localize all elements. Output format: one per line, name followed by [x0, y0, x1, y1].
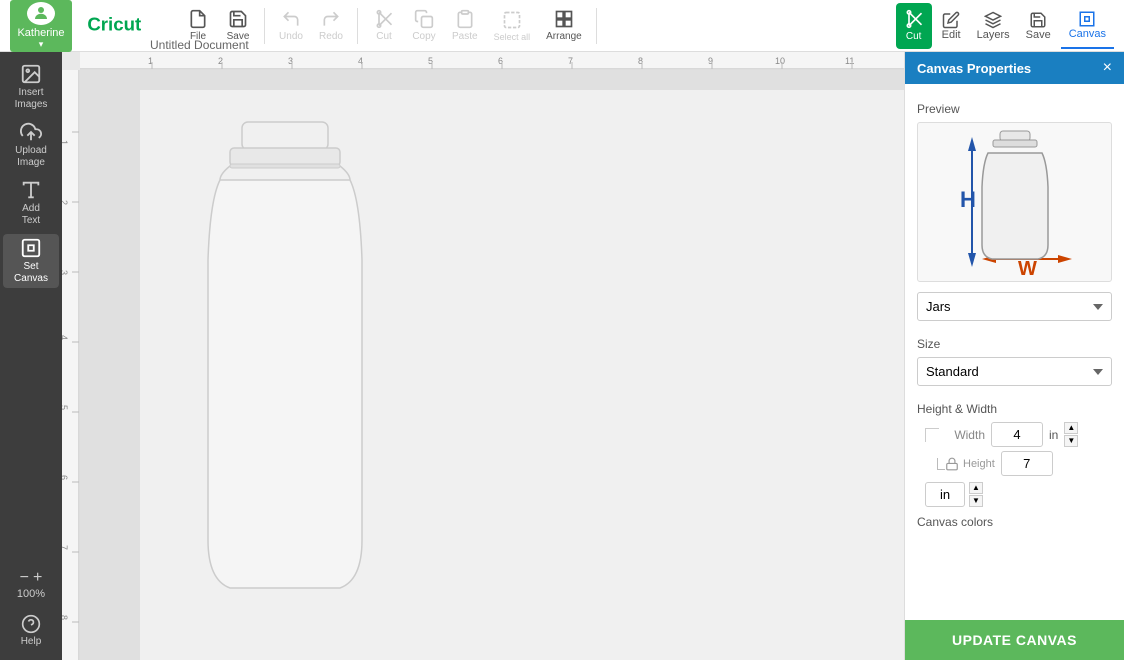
shape-dropdown[interactable]: Jars Mugs Bottles Tumblers: [917, 292, 1112, 321]
user-dropdown-arrow: ▾: [39, 39, 44, 50]
cut-button[interactable]: Cut: [366, 3, 402, 49]
update-canvas-button[interactable]: UPDATE CANVAS: [905, 620, 1124, 660]
svg-text:2: 2: [62, 200, 69, 205]
arrange-button[interactable]: Arrange: [540, 3, 588, 49]
svg-text:10: 10: [775, 56, 785, 66]
user-avatar: [27, 2, 55, 25]
width-input[interactable]: [991, 422, 1043, 447]
select-all-label: Select all: [494, 32, 531, 42]
sidebar-upload-label: UploadImage: [15, 145, 47, 169]
doc-title: Untitled Document: [150, 38, 249, 52]
width-down-btn[interactable]: ▼: [1064, 435, 1078, 447]
cut-btn-label: Cut: [906, 31, 922, 42]
sep3: [596, 8, 597, 44]
user-name: Katherine: [17, 27, 64, 39]
panel-close-button[interactable]: ×: [1103, 60, 1112, 76]
sep1: [264, 8, 265, 44]
sep2: [357, 8, 358, 44]
lock-row: Height: [937, 451, 1112, 476]
cut-green-button[interactable]: Cut: [896, 3, 932, 49]
edit-label: Edit: [942, 29, 961, 41]
width-unit: in: [1049, 428, 1058, 442]
panel-header: Canvas Properties ×: [905, 52, 1124, 84]
size-dropdown[interactable]: Standard Small Large Custom: [917, 357, 1112, 386]
main-area: 1 2 3 4 5 6 7 8 9 10 11 1 2 3 4 5: [62, 52, 1124, 660]
panel-footer: UPDATE CANVAS: [905, 620, 1124, 660]
canvas-colors-label: Canvas colors: [917, 515, 1112, 529]
connector-top: [925, 428, 939, 442]
size-label: Size: [917, 337, 1112, 351]
sidebar: InsertImages UploadImage AddText SetCanv…: [0, 52, 62, 660]
hw-label: Height & Width: [917, 402, 1112, 416]
zoom-row: − +: [20, 570, 43, 586]
svg-text:6: 6: [62, 475, 69, 480]
canvas-button[interactable]: Canvas: [1061, 3, 1114, 49]
lock-icon: [945, 457, 959, 471]
save2-button[interactable]: Save: [1020, 3, 1057, 49]
zoom-controls: − + 100%: [17, 570, 45, 600]
unit-spinner: ▲ ▼: [969, 482, 983, 507]
sidebar-bottom: − + 100% Help: [0, 570, 62, 660]
zoom-percent: 100%: [17, 588, 45, 600]
svg-text:1: 1: [62, 140, 69, 145]
arrange-label: Arrange: [546, 31, 582, 42]
svg-text:7: 7: [62, 545, 69, 550]
layers-button[interactable]: Layers: [971, 3, 1016, 49]
undo-button[interactable]: Undo: [273, 3, 309, 49]
sidebar-set-canvas-label: SetCanvas: [14, 261, 48, 285]
preview-label: Preview: [917, 102, 1112, 116]
svg-text:Cricut: Cricut: [87, 14, 141, 35]
width-row: Width in ▲ ▼: [917, 422, 1112, 447]
width-up-btn[interactable]: ▲: [1064, 422, 1078, 434]
sidebar-item-help[interactable]: Help: [3, 608, 59, 652]
preview-area: H W: [917, 122, 1112, 282]
sidebar-item-add-text[interactable]: AddText: [3, 176, 59, 230]
user-button[interactable]: Katherine ▾: [10, 0, 72, 52]
zoom-out-button[interactable]: −: [20, 570, 29, 586]
svg-text:11: 11: [845, 56, 854, 66]
panel-title: Canvas Properties: [917, 61, 1031, 76]
lock-connector: [937, 458, 945, 470]
edit-button[interactable]: Edit: [936, 3, 967, 49]
sidebar-insert-label: InsertImages: [15, 87, 48, 111]
copy-label: Copy: [412, 31, 435, 42]
help-label: Help: [21, 636, 42, 647]
svg-text:8: 8: [62, 615, 69, 620]
paste-button[interactable]: Paste: [446, 3, 484, 49]
sidebar-item-insert-images[interactable]: InsertImages: [3, 60, 59, 114]
svg-text:4: 4: [62, 335, 69, 340]
redo-button[interactable]: Redo: [313, 3, 349, 49]
canvas-label: Canvas: [1069, 28, 1106, 40]
width-label: Width: [945, 428, 985, 442]
redo-label: Redo: [319, 31, 343, 42]
ruler-left: 1 2 3 4 5 6 7 8: [62, 70, 80, 660]
svg-text:H: H: [960, 187, 976, 212]
layers-label: Layers: [977, 29, 1010, 41]
panel-body: Preview H W: [905, 84, 1124, 620]
cut-label: Cut: [376, 31, 392, 42]
select-all-button[interactable]: Select all: [488, 3, 537, 49]
canvas-properties-panel: Canvas Properties × Preview H W: [904, 52, 1124, 660]
unit-row: ▲ ▼: [925, 482, 1112, 507]
svg-text:3: 3: [62, 270, 69, 275]
paste-label: Paste: [452, 31, 478, 42]
sidebar-add-text-label: AddText: [22, 203, 40, 227]
jar-shape: [180, 120, 390, 613]
unit-input[interactable]: [925, 482, 965, 507]
height-input[interactable]: [1001, 451, 1053, 476]
svg-text:W: W: [1018, 258, 1037, 277]
unit-down-btn[interactable]: ▼: [969, 495, 983, 507]
sidebar-item-upload-image[interactable]: UploadImage: [3, 118, 59, 172]
unit-up-btn[interactable]: ▲: [969, 482, 983, 494]
workspace[interactable]: [80, 70, 904, 660]
sidebar-item-set-canvas[interactable]: SetCanvas: [3, 234, 59, 288]
svg-text:5: 5: [62, 405, 69, 410]
copy-button[interactable]: Copy: [406, 3, 442, 49]
undo-label: Undo: [279, 31, 303, 42]
zoom-in-button[interactable]: +: [33, 570, 42, 586]
width-spinner: ▲ ▼: [1064, 422, 1078, 447]
height-label: Height: [963, 458, 995, 470]
save2-label: Save: [1026, 29, 1051, 41]
